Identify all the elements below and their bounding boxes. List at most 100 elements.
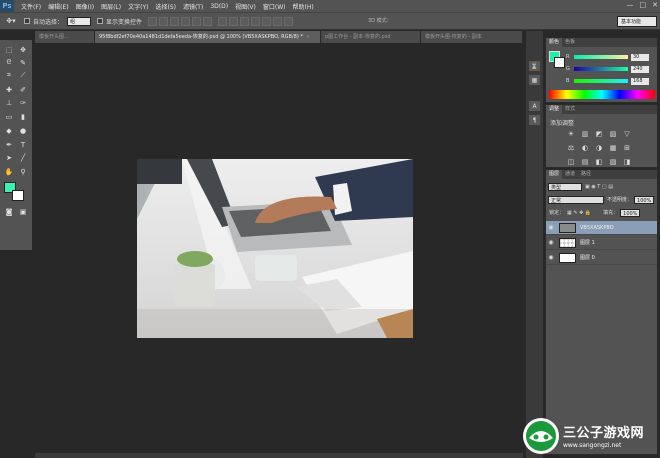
menu-help[interactable]: 帮助(H) (293, 2, 314, 11)
auto-align-button[interactable] (284, 16, 294, 26)
auto-select-checkbox[interactable] (24, 18, 30, 24)
menu-view[interactable]: 视图(V) (235, 2, 256, 11)
menu-image[interactable]: 图像(I) (76, 2, 94, 11)
path-select-tool-icon[interactable]: ➤ (3, 152, 15, 163)
align-hcenter-button[interactable] (192, 16, 202, 26)
align-top-button[interactable] (148, 16, 158, 26)
tab-close-icon[interactable]: × (306, 34, 310, 40)
distribute-top-button[interactable] (218, 16, 228, 26)
type-tool-icon[interactable]: T (17, 139, 29, 150)
eraser-tool-icon[interactable]: ▭ (3, 111, 15, 122)
gradient-map-icon[interactable]: ▧ (608, 157, 618, 166)
distribute-right-button[interactable] (273, 16, 283, 26)
history-brush-tool-icon[interactable]: ✑ (17, 97, 29, 108)
menu-3d[interactable]: 3D(D) (210, 3, 228, 10)
pen-tool-icon[interactable]: ✒ (3, 139, 15, 150)
menu-select[interactable]: 选择(S) (155, 2, 176, 11)
posterize-icon[interactable]: ▤ (580, 157, 590, 166)
visibility-eye-icon[interactable]: ◉ (546, 239, 556, 246)
move-tool-icon[interactable]: ✥ (17, 44, 29, 55)
brush-tool-icon[interactable]: ✐ (17, 84, 29, 95)
green-slider[interactable] (574, 67, 628, 71)
layer-row[interactable]: ◉ VB5XASKPBO (546, 221, 657, 235)
blend-mode-dropdown[interactable]: 正常 (548, 195, 604, 204)
visibility-eye-icon[interactable]: ◉ (546, 224, 556, 231)
layer-row[interactable]: ◉ 图层 0 (546, 251, 657, 265)
brightness-contrast-icon[interactable]: ☀ (566, 129, 576, 138)
minimize-button[interactable]: — (627, 1, 634, 9)
document-canvas[interactable] (35, 43, 523, 453)
tab-swatches[interactable]: 色板 (562, 38, 578, 47)
menu-layer[interactable]: 图层(L) (101, 2, 121, 11)
show-transform-checkbox[interactable] (97, 18, 104, 24)
curves-icon[interactable]: ◩ (594, 129, 604, 138)
dodge-tool-icon[interactable]: ● (17, 125, 29, 136)
tab-color[interactable]: 颜色 (546, 38, 563, 47)
red-value-input[interactable]: 30 (631, 53, 649, 61)
green-value-input[interactable]: 240 (631, 65, 649, 73)
selective-color-icon[interactable]: ◨ (622, 157, 632, 166)
menu-window[interactable]: 窗口(W) (263, 2, 286, 11)
distribute-bottom-button[interactable] (240, 16, 250, 26)
maximize-button[interactable]: □ (640, 1, 647, 9)
blur-tool-icon[interactable]: ◆ (3, 125, 15, 136)
distribute-left-button[interactable] (251, 16, 261, 26)
blue-value-input[interactable]: 168 (631, 77, 649, 85)
canvas-photo[interactable] (137, 159, 413, 338)
marquee-tool-icon[interactable]: ⬚ (3, 44, 15, 55)
eyedropper-tool-icon[interactable]: ⟋ (17, 70, 29, 81)
red-slider[interactable] (574, 55, 628, 59)
document-tab[interactable]: p图工作台 - 副本-恢复的.psd (321, 31, 421, 43)
layer-filter-icons[interactable]: ▣ ◉ T ▢ ▤ (585, 184, 613, 190)
menu-file[interactable]: 文件(F) (21, 2, 41, 11)
tab-channels[interactable]: 通道 (562, 170, 578, 179)
exposure-icon[interactable]: ▨ (608, 129, 618, 138)
hue-saturation-icon[interactable]: ◐ (580, 143, 590, 152)
align-left-button[interactable] (181, 16, 191, 26)
levels-icon[interactable]: ▥ (580, 129, 590, 138)
close-button[interactable]: ✕ (652, 1, 658, 9)
hand-tool-icon[interactable]: ✋ (3, 166, 15, 177)
character-panel-icon[interactable]: A (529, 101, 540, 111)
screen-mode-icon[interactable]: ▣ (17, 206, 29, 217)
align-bottom-button[interactable] (170, 16, 180, 26)
background-color-swatch[interactable] (12, 190, 24, 201)
move-tool-preset-icon[interactable]: ✥▾ (4, 15, 18, 27)
menu-edit[interactable]: 编辑(E) (48, 2, 68, 11)
tab-layers[interactable]: 图层 (546, 170, 563, 179)
properties-panel-icon[interactable]: ▦ (529, 75, 540, 85)
document-tab[interactable]: 模板开头图-恢复的 - 副本 (421, 31, 523, 43)
distribute-vcenter-button[interactable] (229, 16, 239, 26)
align-right-button[interactable] (203, 16, 213, 26)
healing-brush-tool-icon[interactable]: ✚ (3, 84, 15, 95)
color-balance-icon[interactable]: ⚖ (566, 143, 576, 152)
fill-input[interactable]: 100% (620, 208, 641, 217)
auto-select-dropdown[interactable]: 组 (67, 16, 92, 26)
color-background-swatch[interactable] (554, 57, 565, 68)
opacity-input[interactable]: 100% (634, 195, 655, 204)
tab-paths[interactable]: 路径 (578, 170, 594, 179)
zoom-tool-icon[interactable]: ⚲ (17, 166, 29, 177)
quick-select-tool-icon[interactable]: ✎ (17, 57, 29, 68)
layer-row[interactable]: ◉ 图层 1 (546, 236, 657, 250)
clone-stamp-tool-icon[interactable]: ⊥ (3, 97, 15, 108)
channel-mixer-icon[interactable]: ⊞ (622, 143, 632, 152)
threshold-icon[interactable]: ◧ (594, 157, 604, 166)
vibrance-icon[interactable]: ▽ (622, 129, 632, 138)
distribute-hcenter-button[interactable] (262, 16, 272, 26)
tab-adjustments[interactable]: 调整 (546, 105, 563, 114)
layer-kind-filter[interactable]: 类型 (548, 182, 582, 191)
align-vcenter-button[interactable] (159, 16, 169, 26)
tab-styles[interactable]: 样式 (562, 105, 578, 114)
crop-tool-icon[interactable]: ⌗ (3, 70, 15, 81)
menu-filter[interactable]: 滤镜(T) (183, 2, 203, 11)
quick-mask-icon[interactable]: ◙ (3, 206, 15, 217)
invert-icon[interactable]: ◫ (566, 157, 576, 166)
menu-type[interactable]: 文字(Y) (128, 2, 148, 11)
photo-filter-icon[interactable]: ▦ (608, 143, 618, 152)
lock-icons[interactable]: ▦ ✎ ✥ 🔒 (567, 210, 591, 216)
line-tool-icon[interactable]: ╱ (17, 152, 29, 163)
visibility-eye-icon[interactable]: ◉ (546, 254, 556, 261)
workspace-dropdown[interactable]: 基本功能 (617, 16, 657, 27)
history-panel-icon[interactable]: ⌛ (529, 61, 540, 71)
